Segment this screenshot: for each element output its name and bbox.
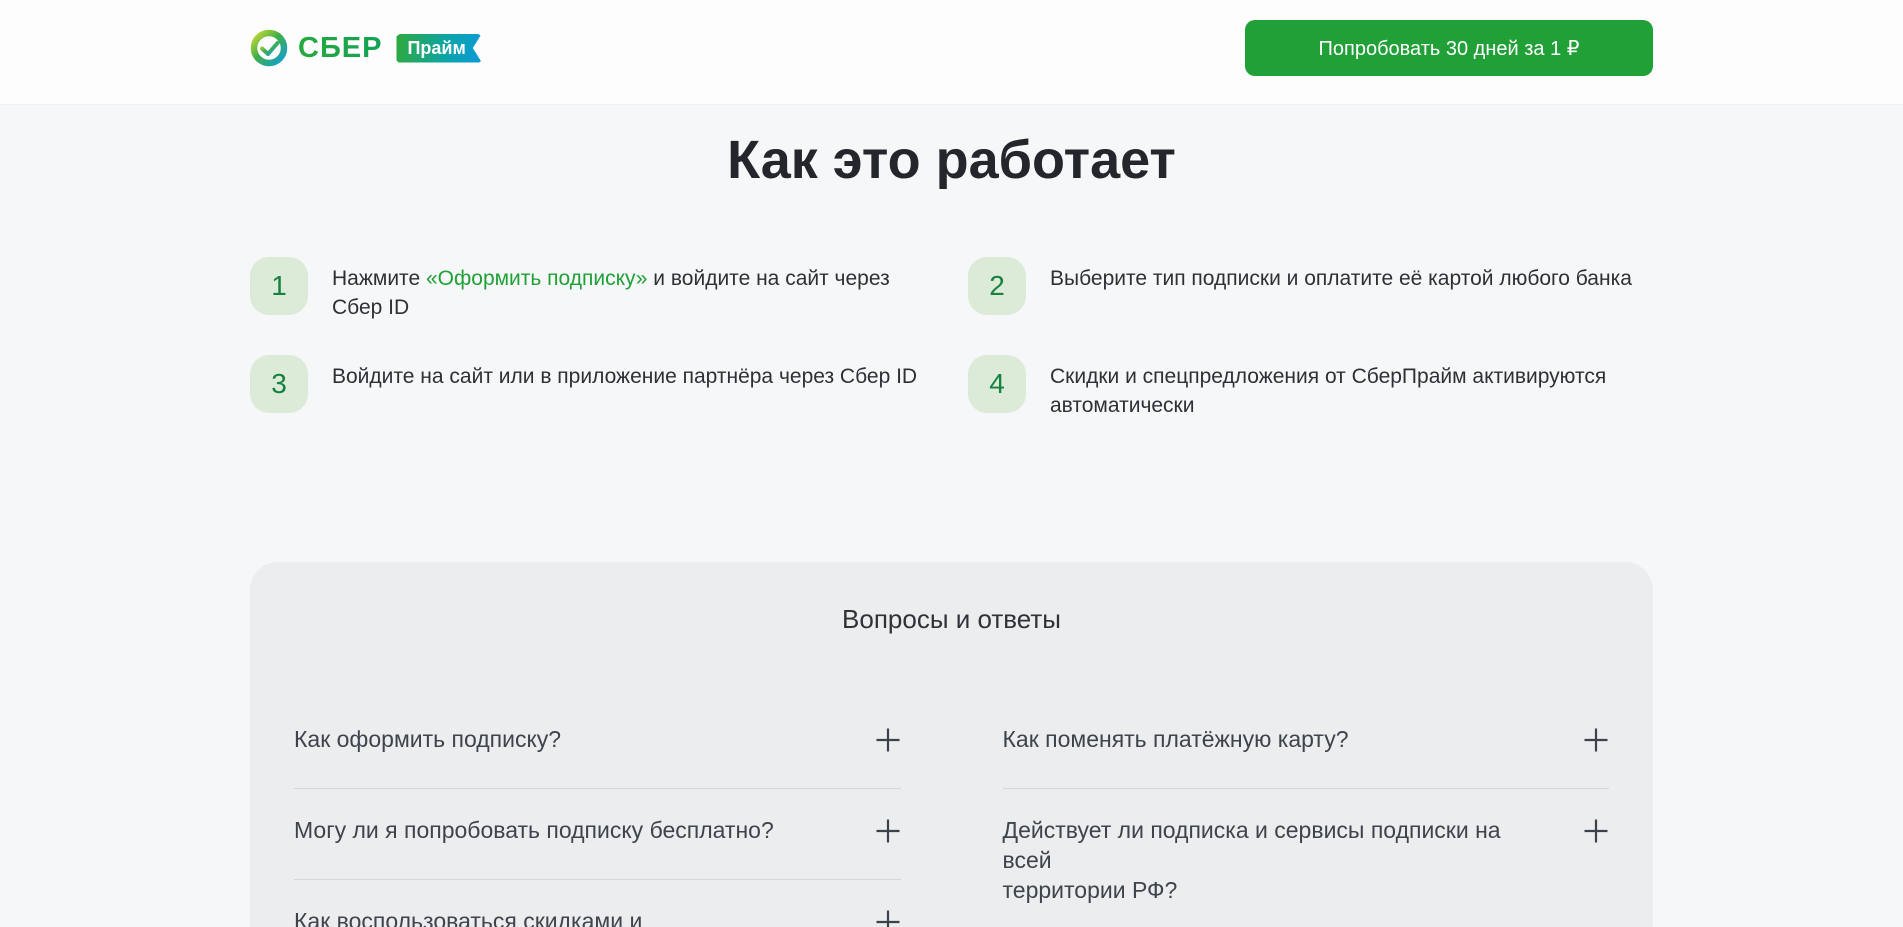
plus-icon[interactable]: [1583, 727, 1609, 753]
prime-badge: Прайм: [396, 34, 481, 63]
plus-icon[interactable]: [1583, 818, 1609, 844]
step-number-badge: 1: [250, 257, 308, 315]
step-text-before: Скидки и спецпредложения от СберПрайм ак…: [1050, 365, 1606, 417]
step-item-1: 1 Нажмите «Оформить подписку» и войдите …: [250, 257, 968, 322]
step-item-2: 2 Выберите тип подписки и оплатите её ка…: [968, 257, 1653, 322]
step-text: Войдите на сайт или в приложение партнёр…: [332, 355, 917, 420]
step-text: Нажмите «Оформить подписку» и войдите на…: [332, 257, 890, 322]
sber-check-icon: [250, 29, 288, 67]
step-text-before: Выберите тип подписки и оплатите её карт…: [1050, 267, 1632, 290]
how-it-works-steps: 1 Нажмите «Оформить подписку» и войдите …: [250, 257, 1653, 420]
sber-wordmark: СБЕР: [298, 32, 382, 65]
faq-question: Действует ли подписка и сервисы подписки…: [1003, 815, 1533, 905]
plus-icon[interactable]: [875, 818, 901, 844]
faq-column-right: Как поменять платёжную карту? Действует …: [1003, 698, 1610, 927]
faq-title: Вопросы и ответы: [294, 602, 1609, 636]
header: СБЕР Прайм Попробовать 30 дней за 1 ₽: [0, 0, 1903, 105]
step-number-badge: 4: [968, 355, 1026, 413]
step-number-badge: 3: [250, 355, 308, 413]
sber-prime-logo[interactable]: СБЕР Прайм: [250, 29, 482, 67]
faq-item[interactable]: Как оформить подписку?: [294, 698, 901, 789]
trial-cta-button[interactable]: Попробовать 30 дней за 1 ₽: [1245, 20, 1653, 76]
step-text-before: Войдите на сайт или в приложение партнёр…: [332, 365, 917, 388]
faq-panel: Вопросы и ответы Как оформить подписку? …: [250, 562, 1653, 927]
faq-column-left: Как оформить подписку? Могу ли я попробо…: [294, 698, 901, 927]
step-item-4: 4 Скидки и спецпредложения от СберПрайм …: [968, 355, 1653, 420]
step-item-3: 3 Войдите на сайт или в приложение партн…: [250, 355, 968, 420]
subscribe-link[interactable]: «Оформить подписку»: [426, 267, 648, 290]
faq-item[interactable]: Как воспользоваться скидками и: [294, 880, 901, 927]
faq-question: Как воспользоваться скидками и: [294, 906, 642, 927]
faq-question: Как оформить подписку?: [294, 724, 561, 754]
faq-item[interactable]: Действует ли подписка и сервисы подписки…: [1003, 789, 1610, 927]
faq-question: Как поменять платёжную карту?: [1003, 724, 1349, 754]
plus-icon[interactable]: [875, 727, 901, 753]
plus-icon[interactable]: [875, 909, 901, 927]
step-text: Скидки и спецпредложения от СберПрайм ак…: [1050, 355, 1606, 420]
page-title: Как это работает: [250, 129, 1653, 191]
faq-item[interactable]: Как поменять платёжную карту?: [1003, 698, 1610, 789]
main-content: Как это работает 1 Нажмите «Оформить под…: [250, 129, 1653, 927]
step-text-before: Нажмите: [332, 267, 426, 290]
faq-columns: Как оформить подписку? Могу ли я попробо…: [294, 698, 1609, 927]
faq-item[interactable]: Могу ли я попробовать подписку бесплатно…: [294, 789, 901, 880]
faq-question: Могу ли я попробовать подписку бесплатно…: [294, 815, 774, 845]
step-text: Выберите тип подписки и оплатите её карт…: [1050, 257, 1632, 322]
step-number-badge: 2: [968, 257, 1026, 315]
